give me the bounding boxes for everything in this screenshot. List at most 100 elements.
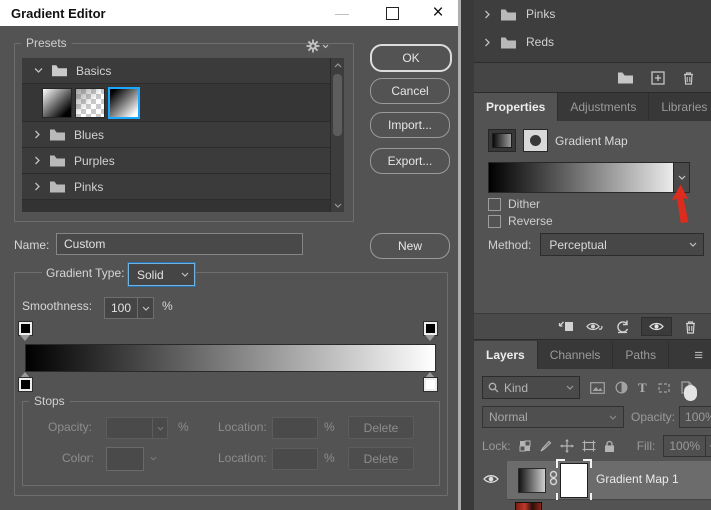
lock-artboard-icon[interactable] [582,440,596,452]
preset-folder-purples[interactable]: Purples [22,148,344,174]
folder-label: Pinks [74,179,104,194]
stops-group: Stops [22,394,440,486]
view-previous-state-icon[interactable] [586,320,604,333]
tab-adjustments[interactable]: Adjustments [558,93,650,121]
opacity-stop-swatch [17,321,33,336]
layer-row-partial[interactable] [474,500,711,510]
method-select[interactable]: Perceptual [540,233,705,256]
layer-opacity-select[interactable]: 100% [679,406,711,428]
dither-checkbox[interactable]: Dither [488,197,540,211]
delete-adjustment-icon[interactable] [684,320,697,334]
lock-pixels-brush-icon[interactable] [539,440,552,453]
filter-shape-layers-icon[interactable] [657,382,671,394]
kind-filter-value: Kind [504,380,529,395]
preset-thumb-foreground-to-transparent[interactable] [75,87,105,118]
folder-label: Blues [74,127,105,142]
preset-thumb-foreground-to-background[interactable] [42,87,72,118]
folder-icon [50,155,65,167]
tab-paths[interactable]: Paths [613,341,670,369]
blend-mode-row: Normal Opacity: 100% [482,406,711,428]
gradient-type-select[interactable]: Solid [128,263,195,286]
gradient-editor-dialog: Gradient Editor — × Presets Basics Blues… [0,0,458,510]
opacity-stop-swatch [422,321,438,336]
color-stop-right[interactable] [422,372,438,392]
location-label-top: Location: [218,420,267,434]
presets-menu-button[interactable] [306,38,332,54]
filter-type-layers-icon[interactable]: T [638,380,647,396]
new-gradient-button[interactable] [651,70,665,85]
minimize-button[interactable]: — [322,0,362,26]
lock-all-icon[interactable] [604,440,615,453]
maximize-icon [385,6,399,20]
preset-folder-basics[interactable]: Basics [22,58,344,84]
visibility-toggle-active[interactable] [641,317,672,336]
preset-thumb-black-to-white[interactable] [108,86,140,119]
fill-label: Fill: [636,439,656,453]
ok-button[interactable]: OK [370,44,452,72]
import-button[interactable]: Import... [370,112,450,138]
layers-panel: Kind T Normal Opacity: 100 Lock: Fill: 1… [474,369,711,510]
smoothness-select[interactable]: 100 [104,297,154,319]
chevron-down-icon [152,418,167,438]
filter-toggle-pin[interactable] [683,385,697,401]
new-group-button[interactable] [617,71,634,84]
scroll-down-icon[interactable] [331,198,344,212]
layer-visibility-eye-icon[interactable] [483,473,499,485]
chevron-right-icon [35,156,40,165]
maximize-button[interactable] [372,0,412,26]
close-button[interactable]: × [418,0,458,26]
layer-thumbnail-gradient[interactable] [518,468,546,493]
gradient-picker-chevron[interactable] [673,163,689,192]
name-input[interactable]: Custom [56,233,303,255]
checkbox-box [488,214,501,228]
new-button[interactable]: New [370,233,450,259]
reverse-checkbox[interactable]: Reverse [488,214,553,228]
opacity-stop-right[interactable] [422,321,438,341]
cancel-button[interactable]: Cancel [370,78,450,104]
chevron-down-icon [609,415,617,420]
tab-layers[interactable]: Layers [474,341,538,369]
gradient-map-preview[interactable] [488,162,690,193]
layer-mask-thumbnail-selected[interactable] [556,459,592,502]
layer-mask-icon [523,129,548,152]
filter-adjustment-layers-icon[interactable] [615,381,628,394]
clip-to-layer-icon[interactable] [558,320,574,333]
chevron-down-icon [322,44,329,48]
folder-label: Pinks [526,7,556,21]
gradient-type-label: Gradient Type: [42,266,129,280]
layer-row-gradient-map[interactable]: Gradient Map 1 [474,459,711,502]
panel-menu-icon[interactable]: ≡ [694,341,711,369]
tab-channels[interactable]: Channels [538,341,614,369]
lock-row: Lock: Fill: 100% [482,435,711,457]
properties-footer-toolbar [474,313,711,340]
scrollbar-thumb[interactable] [333,74,342,136]
lock-position-move-icon[interactable] [559,439,574,453]
tab-libraries[interactable]: Libraries [649,93,711,121]
folder-open-icon [52,65,67,77]
blend-mode-select[interactable]: Normal [482,406,624,428]
filter-pixel-layers-icon[interactable] [590,381,605,394]
delete-gradient-button[interactable] [682,71,695,85]
preset-folder-blues[interactable]: Blues [22,122,344,148]
layer-fill-select[interactable]: 100% [663,435,711,457]
mask-selection-bracket [583,459,592,468]
opacity-stop-left[interactable] [17,321,33,341]
dialog-title: Gradient Editor [11,5,106,21]
export-button[interactable]: Export... [370,148,450,174]
smoothness-label: Smoothness: [22,299,93,313]
reset-icon[interactable] [616,320,629,334]
presets-scrollbar[interactable] [330,58,344,212]
color-stop-left[interactable] [17,372,33,392]
gradients-folder-pinks[interactable]: Pinks [474,0,711,28]
gradients-folder-reds[interactable]: Reds [474,28,711,56]
blend-mode-value: Normal [489,410,528,424]
tab-properties[interactable]: Properties [474,93,559,121]
mask-link-icon[interactable] [549,470,558,486]
scroll-up-icon[interactable] [331,58,344,72]
preset-folder-pinks[interactable]: Pinks [22,174,344,200]
lock-transparency-icon[interactable] [519,440,531,452]
gradient-preview-bar[interactable] [25,344,436,372]
kind-filter-select[interactable]: Kind [482,376,580,399]
presets-legend: Presets [26,36,67,50]
color-stop-swatch [422,377,438,392]
